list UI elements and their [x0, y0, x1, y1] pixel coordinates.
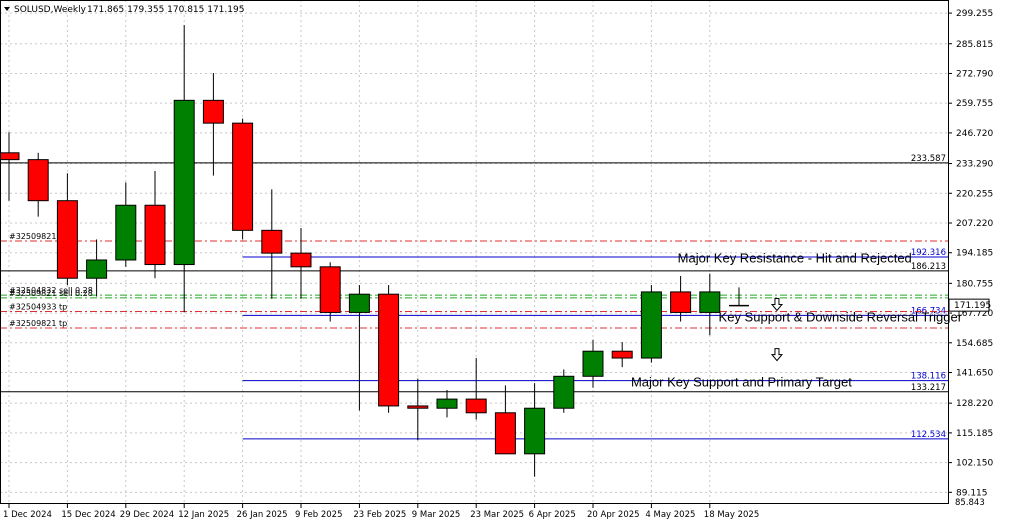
- x-tick-label: 12 Jan 2025: [178, 510, 229, 520]
- y-tick-label: 299.255: [956, 9, 993, 19]
- candle-body: [436, 398, 458, 409]
- candle-body: [670, 291, 692, 313]
- candle-body: [524, 407, 546, 455]
- header-ohlc: 171.865 179.355 170.815 171.195: [87, 5, 244, 15]
- header: SOLUSD,Weekly 171.865 179.355 170.815 17…: [4, 5, 244, 15]
- y-tick-label: 154.685: [956, 339, 993, 349]
- candle-body: [56, 200, 78, 279]
- current-price-label: 171.195: [954, 301, 991, 311]
- y-tick-label: 102.150: [956, 459, 993, 469]
- y-tick-label: 207.220: [956, 219, 993, 229]
- y-tick-label: 141.650: [956, 369, 993, 379]
- candle-body: [202, 99, 224, 124]
- header-symbol: SOLUSD,Weekly: [14, 5, 87, 15]
- candle-body: [290, 252, 312, 268]
- y-tick-label: 272.790: [956, 69, 993, 79]
- x-tick-label: 20 Apr 2025: [587, 510, 640, 520]
- candle-body: [611, 350, 633, 359]
- y-tick-label: 128.220: [956, 399, 993, 409]
- x-tick-label: 29 Dec 2024: [120, 510, 174, 520]
- level-label: 186.213: [911, 262, 946, 272]
- x-tick-label: 23 Mar 2025: [470, 510, 524, 520]
- y-tick-label: 285.815: [956, 40, 993, 50]
- y-tick-label: 194.185: [956, 249, 993, 259]
- candle: [553, 369, 575, 413]
- y-tick-label: 89.115: [956, 488, 988, 498]
- order-label: #32509821: [9, 232, 56, 241]
- annotation-text: Key Support & Downside Reversal Trigger: [719, 310, 963, 325]
- bottom-level-label: 85.843: [955, 498, 985, 508]
- candle-body: [86, 259, 108, 279]
- candle-body: [553, 375, 575, 409]
- candle: [378, 285, 400, 413]
- candle-body: [319, 266, 341, 313]
- candle-body: [699, 291, 721, 313]
- x-tick-label: 4 May 2025: [645, 510, 695, 520]
- candle-body: [640, 291, 662, 359]
- y-tick-label: 259.755: [956, 99, 993, 109]
- candle-body: [144, 204, 166, 266]
- candle-body: [378, 293, 400, 407]
- order-label: #32509821 sell 0.28: [9, 289, 93, 298]
- order-label: #32504933 tp: [9, 303, 67, 312]
- level-label: 233.587: [911, 154, 946, 164]
- level-label: 192.316: [911, 248, 946, 258]
- candle: [232, 118, 254, 240]
- x-tick-label: 23 Feb 2025: [353, 510, 406, 520]
- level-label: 138.116: [911, 372, 946, 382]
- candle-body: [348, 293, 370, 313]
- order-label: #32509821 tp: [9, 319, 67, 328]
- candle-body: [494, 412, 516, 455]
- y-tick-label: 220.255: [956, 189, 993, 199]
- level-label: 112.534: [911, 430, 946, 440]
- y-tick-label: 180.755: [956, 279, 993, 289]
- candle-body: [232, 122, 254, 231]
- y-tick-label: 246.720: [956, 129, 993, 139]
- candle-body: [173, 99, 195, 266]
- y-tick-label: 233.290: [956, 160, 993, 170]
- y-tick-label: 115.185: [956, 429, 993, 439]
- x-tick-label: 18 May 2025: [704, 510, 759, 520]
- candle: [319, 262, 341, 322]
- x-tick-label: 9 Feb 2025: [295, 510, 343, 520]
- candle-body: [465, 398, 487, 414]
- x-tick-label: 15 Dec 2024: [61, 510, 115, 520]
- current-price-badge: 171.195: [948, 298, 991, 312]
- x-tick-label: 1 Dec 2024: [3, 510, 52, 520]
- candle-body: [407, 405, 429, 409]
- level-label: 133.217: [911, 383, 946, 393]
- candle-body: [27, 159, 49, 202]
- candle-body: [115, 204, 137, 261]
- x-tick-label: 26 Jan 2025: [237, 510, 288, 520]
- candle-body: [0, 152, 20, 161]
- x-tick-label: 6 Apr 2025: [529, 510, 576, 520]
- candle-body: [582, 350, 604, 377]
- candlestick-chart: 233.587192.316186.213166.734138.116133.2…: [0, 0, 1024, 522]
- annotation-text: Major Key Support and Primary Target: [631, 374, 852, 389]
- x-tick-label: 9 Mar 2025: [412, 510, 460, 520]
- candle: [640, 285, 662, 363]
- candle-body: [261, 229, 283, 254]
- annotation-text: Major Key Resistance - Hit and Rejected: [678, 251, 912, 266]
